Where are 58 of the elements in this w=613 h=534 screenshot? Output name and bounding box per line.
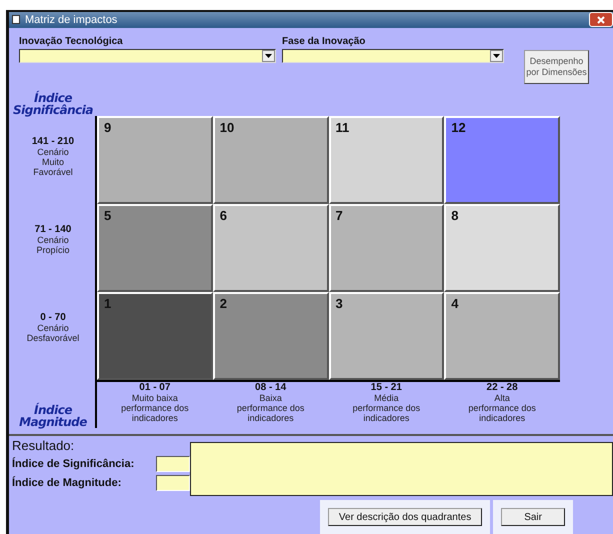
quadrant-number: 9: [104, 120, 112, 135]
scenario-label: Cenário Desfavorável: [26, 323, 80, 343]
quadrant-number: 2: [220, 296, 227, 311]
quadrant[interactable]: 12: [444, 116, 560, 204]
quadrant-number: 8: [451, 208, 458, 223]
window-title: Matriz de impactos: [25, 14, 118, 26]
quadrant[interactable]: 6: [212, 204, 328, 292]
quadrant-number: 12: [451, 120, 466, 135]
range-label: 0 - 70: [40, 312, 66, 323]
dropdown-field[interactable]: [19, 48, 276, 63]
close-icon: [597, 16, 605, 24]
quadrant-number: 6: [220, 208, 227, 223]
quadrant[interactable]: 9: [97, 116, 213, 204]
quadrant-number: 7: [336, 208, 343, 223]
performance-label: Muito baixa performance dos indicadores: [121, 393, 189, 423]
input-field[interactable]: [156, 456, 190, 472]
range-label: 22 - 28: [486, 382, 518, 393]
quadrant-number: 1: [104, 296, 112, 311]
dropdown-arrow-icon: [493, 54, 500, 58]
range-label: 71 - 140: [34, 224, 72, 235]
field-label: Índice de Significância:: [12, 458, 136, 470]
quadrant[interactable]: 11: [328, 116, 444, 204]
quadrant[interactable]: 10: [212, 116, 328, 204]
quadrant-number: 4: [451, 296, 458, 311]
quadrant[interactable]: 7: [328, 204, 444, 292]
quadrant-number: 11: [336, 120, 350, 135]
quadrant-description-button[interactable]: Ver descrição dos quadrantes: [328, 508, 482, 526]
range-label: 08 - 14: [255, 382, 286, 393]
axis-title: Índice Significância: [12, 92, 94, 116]
field-label: Inovação Tecnológica: [19, 36, 124, 47]
quadrant-number: 3: [336, 296, 343, 311]
close-button[interactable]: [589, 12, 613, 28]
field-label: Fase da Inovação: [282, 36, 366, 47]
performance-label: Média performance dos indicadores: [352, 393, 420, 423]
exit-button[interactable]: Sair: [501, 508, 565, 526]
input-field[interactable]: [156, 475, 190, 491]
axis-title: Índice Magnitude: [18, 404, 88, 428]
quadrant[interactable]: 8: [444, 204, 560, 292]
result-title: Resultado:: [12, 438, 76, 453]
description-field[interactable]: [190, 442, 613, 496]
quadrant[interactable]: 3: [328, 292, 444, 380]
scenario-label: Cenário Propício: [36, 235, 70, 255]
range-label: 15 - 21: [370, 382, 402, 393]
scenario-label: Cenário Muito Favorável: [33, 147, 73, 177]
quadrant-number: 5: [104, 208, 112, 223]
dropdown-field[interactable]: [282, 48, 504, 63]
quadrant[interactable]: 4: [444, 292, 560, 380]
window-icon: [12, 15, 20, 24]
quadrant-number: 10: [220, 120, 234, 135]
quadrant[interactable]: 5: [97, 204, 213, 292]
field-label: Índice de Magnitude:: [12, 477, 122, 489]
dropdown-arrow-icon: [265, 54, 272, 58]
quadrant[interactable]: 2: [212, 292, 328, 380]
range-label: 01 - 07: [139, 382, 170, 393]
range-label: 141 - 210: [32, 136, 74, 147]
performance-label: Alta performance dos indicadores: [468, 393, 536, 423]
dimension-button[interactable]: Desempenho por Dimensões: [524, 50, 589, 84]
performance-label: Baixa performance dos indicadores: [236, 393, 304, 423]
